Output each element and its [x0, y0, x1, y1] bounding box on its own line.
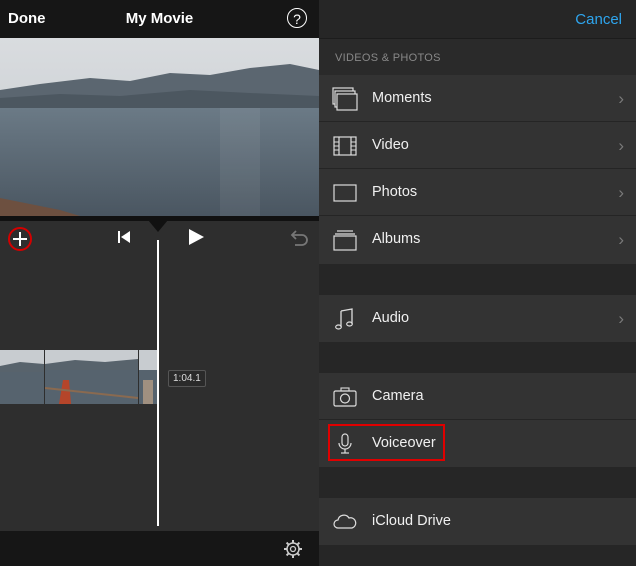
chevron-right-icon: › — [618, 136, 624, 155]
section-spacer — [319, 467, 636, 498]
lake-scene-image — [0, 38, 319, 216]
audio-label: Audio — [372, 310, 410, 326]
clip-thumbnail — [0, 350, 44, 404]
add-media-button[interactable] — [8, 227, 32, 251]
list-item-photos[interactable]: Photos › — [319, 169, 636, 216]
editor-bottom-bar — [0, 531, 319, 566]
picker-header: Cancel — [319, 0, 636, 39]
project-title: My Movie — [125, 10, 194, 27]
settings-gear-icon[interactable] — [283, 539, 303, 559]
cloud-group: iCloud Drive — [319, 498, 636, 545]
photo-icon — [333, 184, 357, 202]
photos-label: Photos — [372, 184, 418, 200]
voiceover-highlight-box — [328, 424, 445, 461]
chevron-right-icon: › — [618, 230, 624, 249]
list-item-audio[interactable]: Audio › — [319, 295, 636, 342]
icloud-drive-label: iCloud Drive — [372, 513, 451, 529]
music-note-icon — [335, 308, 353, 330]
editor-toolbar: Done My Movie ? — [0, 0, 319, 38]
albums-icon — [333, 230, 357, 251]
section-spacer — [319, 545, 636, 566]
plus-icon — [13, 232, 27, 246]
media-picker-panel: Cancel VIDEOS & PHOTOS Moments › Video › — [319, 0, 636, 566]
chevron-right-icon: › — [618, 89, 624, 108]
play-icon[interactable] — [186, 227, 206, 247]
chevron-right-icon: › — [618, 183, 624, 202]
clip-duration-label: 1:04.1 — [168, 370, 206, 387]
cancel-button[interactable]: Cancel — [575, 11, 622, 28]
albums-label: Albums — [372, 231, 421, 247]
clip-thumbnail — [45, 350, 138, 404]
audio-group: Audio › — [319, 295, 636, 342]
timeline-clip[interactable] — [45, 350, 138, 404]
list-item-camera[interactable]: Camera — [319, 373, 636, 420]
playhead-marker — [148, 220, 168, 232]
skip-to-start-icon[interactable] — [116, 229, 132, 245]
timeline-clip[interactable] — [0, 350, 44, 404]
camera-icon — [333, 387, 357, 407]
videos-photos-group: Moments › Video › Photos › Albums › — [319, 75, 636, 264]
list-item-video[interactable]: Video › — [319, 122, 636, 169]
film-icon — [333, 136, 357, 156]
help-button[interactable]: ? — [287, 8, 307, 28]
playhead-line[interactable] — [157, 240, 159, 526]
chevron-right-icon: › — [618, 309, 624, 328]
list-item-icloud-drive[interactable]: iCloud Drive — [319, 498, 636, 545]
section-spacer — [319, 264, 636, 295]
section-spacer — [319, 342, 636, 373]
video-preview — [0, 38, 319, 216]
cloud-icon — [333, 514, 357, 529]
camera-label: Camera — [372, 388, 424, 404]
undo-icon[interactable] — [287, 227, 309, 247]
editor-panel: Done My Movie ? 1:04.1 — [0, 0, 319, 566]
section-header-videos-photos: VIDEOS & PHOTOS — [335, 52, 441, 64]
moments-label: Moments — [372, 90, 432, 106]
timeline[interactable] — [0, 256, 319, 531]
list-item-albums[interactable]: Albums › — [319, 216, 636, 263]
moments-icon — [332, 87, 358, 111]
clip-thumbnail — [139, 350, 157, 404]
list-item-moments[interactable]: Moments › — [319, 75, 636, 122]
timeline-clip[interactable] — [139, 350, 157, 404]
video-label: Video — [372, 137, 409, 153]
